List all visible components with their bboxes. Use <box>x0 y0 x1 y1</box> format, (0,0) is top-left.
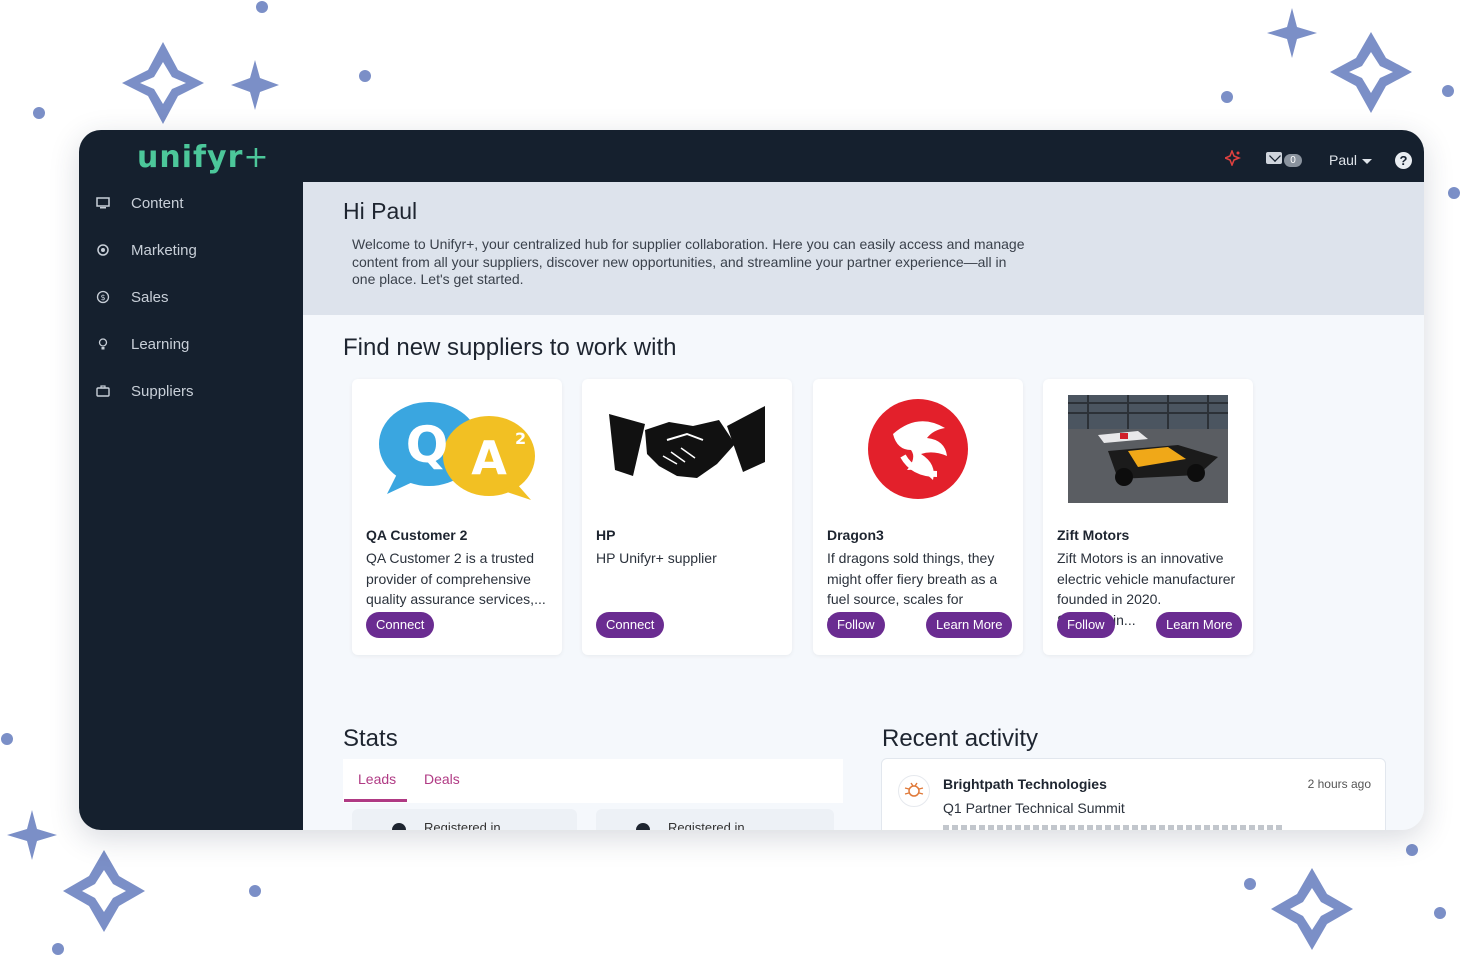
help-icon[interactable]: ? <box>1395 152 1412 169</box>
chevron-down-icon <box>1362 158 1373 164</box>
activity-item[interactable]: Brightpath Technologies 2 hours ago Q1 P… <box>881 758 1386 830</box>
decoration-dot <box>249 885 261 897</box>
tab-deals[interactable]: Deals <box>424 771 460 787</box>
stat-icon <box>392 823 406 830</box>
decoration-dot <box>359 70 371 82</box>
decoration-dot <box>1406 844 1418 856</box>
decoration-dot <box>52 943 64 955</box>
active-tab-indicator <box>344 799 407 802</box>
monitor-icon <box>96 197 110 209</box>
sidebar-item-content[interactable]: Content <box>79 183 303 223</box>
svg-text:Q: Q <box>406 416 449 474</box>
sidebar-item-sales[interactable]: $ Sales <box>79 277 303 317</box>
page-greeting: Hi Paul <box>343 198 418 224</box>
sidebar: Content Marketing $ Sales Learning Suppl… <box>79 182 303 830</box>
qa-logo-image: Q A 2 <box>366 393 548 505</box>
sidebar-item-label: Learning <box>131 335 190 353</box>
activity-event: Q1 Partner Technical Summit <box>943 800 1125 816</box>
supplier-card[interactable]: Dragon3 If dragons sold things, they mig… <box>813 379 1023 655</box>
connect-button[interactable]: Connect <box>596 612 665 638</box>
sidebar-item-label: Marketing <box>131 241 197 259</box>
race-car-image <box>1057 393 1239 505</box>
stat-label: Registered in <box>668 820 745 830</box>
suppliers-section-title: Find new suppliers to work with <box>343 334 677 361</box>
activity-details-truncated <box>943 825 1283 830</box>
stat-icon <box>636 823 650 830</box>
activity-company: Brightpath Technologies <box>943 776 1107 792</box>
logo-text: unifyr <box>137 140 244 175</box>
supplier-name: Dragon3 <box>827 527 884 543</box>
stats-tabs: Leads Deals <box>343 759 843 803</box>
stat-card: Registered in <box>596 809 834 830</box>
learn-more-button[interactable]: Learn More <box>1156 612 1243 638</box>
decoration-dot <box>1448 187 1460 199</box>
supplier-name: HP <box>596 527 616 543</box>
sidebar-item-marketing[interactable]: Marketing <box>79 230 303 270</box>
sidebar-item-label: Sales <box>131 288 169 306</box>
dollar-icon: $ <box>96 290 110 304</box>
supplier-card[interactable]: Q A 2 QA Customer 2 QA Customer 2 is a t… <box>352 379 562 655</box>
supplier-description: QA Customer 2 is a trusted provider of c… <box>366 550 546 607</box>
ai-sparkle-icon[interactable] <box>1225 150 1241 166</box>
stat-card: Registered in <box>352 809 577 830</box>
activity-section-title: Recent activity <box>882 725 1039 752</box>
logo-plus: + <box>243 140 270 175</box>
svg-text:A: A <box>471 431 507 485</box>
handshake-image <box>596 393 778 505</box>
lightbulb-icon <box>98 338 108 350</box>
company-avatar <box>898 775 930 807</box>
top-bar: unifyr+ 0 Paul ? <box>79 130 1424 182</box>
svg-text:2: 2 <box>515 429 526 448</box>
decoration-dot <box>33 107 45 119</box>
sidebar-item-suppliers[interactable]: Suppliers <box>79 371 303 411</box>
stats-section-title: Stats <box>343 725 398 752</box>
unifyr-logo[interactable]: unifyr+ <box>137 140 270 175</box>
main-content: Hi Paul Welcome to Unifyr+, your central… <box>303 182 1424 830</box>
svg-text:$: $ <box>100 293 105 302</box>
tab-leads[interactable]: Leads <box>358 771 396 787</box>
user-menu[interactable]: Paul <box>1329 152 1373 168</box>
decoration-dot <box>1221 91 1233 103</box>
supplier-description: HP Unifyr+ supplier <box>596 550 717 566</box>
follow-button[interactable]: Follow <box>827 612 885 638</box>
supplier-card[interactable]: HP HP Unifyr+ supplier Connect <box>582 379 792 655</box>
supplier-name: QA Customer 2 <box>366 527 468 543</box>
supplier-card[interactable]: Zift Motors Zift Motors is an innovative… <box>1043 379 1253 655</box>
user-name: Paul <box>1329 152 1358 168</box>
decoration-dot <box>1244 878 1256 890</box>
mail-count-badge: 0 <box>1284 154 1302 167</box>
decoration-dot <box>1 733 13 745</box>
decoration-dot <box>1442 85 1454 97</box>
dragon-logo-image <box>827 393 1009 505</box>
stat-label: Registered in <box>424 820 501 830</box>
app-window: unifyr+ 0 Paul ? Content Marketing $ Sal… <box>79 130 1424 830</box>
sidebar-item-learning[interactable]: Learning <box>79 324 303 364</box>
mail-icon[interactable] <box>1266 152 1282 164</box>
supplier-name: Zift Motors <box>1057 527 1130 543</box>
activity-time: 2 hours ago <box>1307 777 1371 791</box>
megaphone-icon <box>97 244 109 256</box>
learn-more-button[interactable]: Learn More <box>926 612 1013 638</box>
welcome-banner: Hi Paul Welcome to Unifyr+, your central… <box>303 182 1424 315</box>
sidebar-item-label: Content <box>131 194 184 212</box>
decoration-dot <box>256 1 268 13</box>
welcome-text: Welcome to Unifyr+, your centralized hub… <box>352 236 1025 287</box>
follow-button[interactable]: Follow <box>1057 612 1115 638</box>
bug-icon <box>904 782 924 797</box>
sidebar-item-label: Suppliers <box>131 382 194 400</box>
briefcase-icon <box>96 385 110 397</box>
decoration-dot <box>1434 907 1446 919</box>
connect-button[interactable]: Connect <box>366 612 435 638</box>
